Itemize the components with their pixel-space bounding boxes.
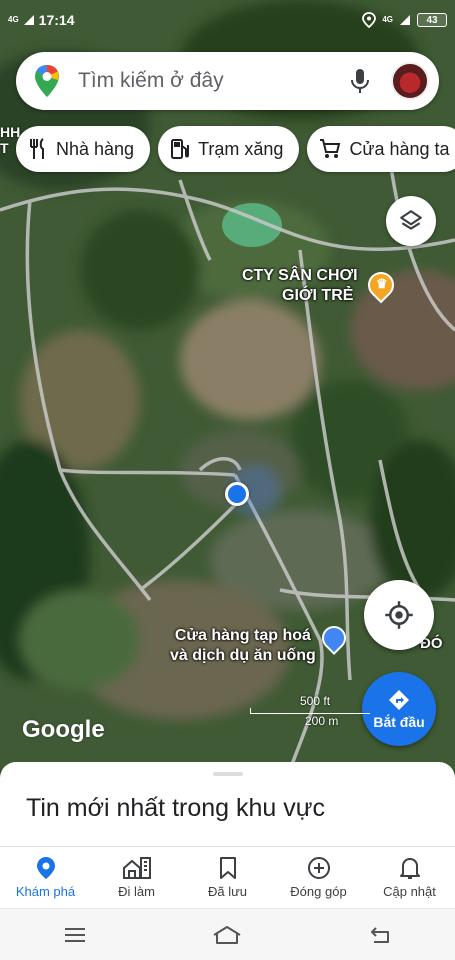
tab-label: Khám phá bbox=[15, 884, 76, 899]
directions-icon bbox=[389, 690, 409, 710]
explore-pin-icon bbox=[36, 857, 55, 879]
start-navigation-button[interactable]: Bắt đầu bbox=[362, 672, 436, 746]
sheet-title: Tin mới nhất trong khu vực bbox=[26, 794, 325, 822]
google-logo: Google bbox=[22, 716, 105, 743]
add-circle-icon bbox=[307, 857, 330, 879]
chip-stores[interactable]: Cửa hàng ta bbox=[307, 126, 455, 172]
crosshair-icon bbox=[385, 601, 413, 629]
bell-icon bbox=[399, 858, 420, 879]
bottom-sheet[interactable]: Tin mới nhất trong khu vực bbox=[0, 762, 455, 852]
my-location-dot bbox=[225, 482, 249, 506]
system-nav-bar bbox=[0, 908, 455, 960]
battery-icon: 43 bbox=[417, 13, 447, 27]
tab-label: Đi làm bbox=[118, 884, 155, 899]
place-name-line2: GIỚI TRẺ bbox=[282, 287, 354, 304]
signal-icon bbox=[400, 15, 410, 25]
tab-contribute[interactable]: Đóng góp bbox=[273, 847, 364, 908]
map-scale: 500 ft 200 m bbox=[250, 694, 370, 728]
scale-ft: 500 ft bbox=[300, 694, 331, 708]
place-name-line2: và dịch dụ ăn uống bbox=[170, 647, 316, 664]
place-label[interactable]: CTY SÂN CHƠI GIỚI TRẺ bbox=[242, 266, 358, 306]
chip-restaurants[interactable]: Nhà hàng bbox=[16, 126, 151, 172]
chip-gas-stations[interactable]: Trạm xăng bbox=[158, 126, 300, 172]
search-bar[interactable]: Tìm kiếm ở đây bbox=[16, 52, 439, 110]
chip-label: Nhà hàng bbox=[56, 138, 135, 159]
my-location-button[interactable] bbox=[364, 580, 434, 650]
mic-icon bbox=[351, 69, 369, 93]
shopping-cart-icon bbox=[320, 139, 341, 158]
back-icon[interactable] bbox=[368, 925, 392, 945]
bottom-tab-bar: Khám phá Đi làm Đã lưu Đóng góp Cập nhật bbox=[0, 846, 455, 908]
scale-m: 200 m bbox=[305, 714, 339, 728]
signal-icon bbox=[23, 15, 34, 25]
avatar[interactable] bbox=[391, 62, 429, 100]
place-name-line1: Cửa hàng tạp hoá bbox=[174, 627, 311, 644]
tab-label: Đóng góp bbox=[290, 884, 347, 899]
home-icon[interactable] bbox=[212, 925, 242, 945]
layers-button[interactable] bbox=[386, 196, 436, 246]
commute-icon bbox=[122, 857, 151, 879]
place-name-line1: CTY SÂN CHƠI bbox=[242, 267, 358, 284]
status-bar: 4G 17:14 4G 43 bbox=[0, 0, 455, 40]
chip-label: Trạm xăng bbox=[198, 138, 284, 159]
restaurant-icon bbox=[30, 138, 44, 159]
trophy-glyph-icon: ♛ bbox=[376, 276, 388, 291]
menu-icon[interactable] bbox=[63, 926, 87, 944]
bookmark-icon bbox=[219, 857, 236, 879]
map-view[interactable]: HH T CTY SÂN CHƠI GIỚI TRẺ ♛ Cửa hàng tạ… bbox=[0, 0, 455, 770]
voice-search-button[interactable] bbox=[345, 66, 375, 96]
place-label[interactable]: Cửa hàng tạp hoá và dịch dụ ăn uống bbox=[170, 626, 316, 666]
layers-icon bbox=[400, 210, 422, 230]
chip-label: Cửa hàng ta bbox=[349, 138, 450, 159]
battery-level: 43 bbox=[426, 14, 438, 26]
tab-label: Cập nhật bbox=[383, 884, 436, 899]
tab-commute[interactable]: Đi làm bbox=[91, 847, 182, 908]
network-indicator-right: 4G bbox=[382, 15, 393, 24]
tab-explore[interactable]: Khám phá bbox=[0, 847, 91, 908]
search-input[interactable]: Tìm kiếm ở đây bbox=[78, 69, 345, 93]
start-label: Bắt đầu bbox=[373, 714, 425, 730]
maps-pin-icon bbox=[35, 65, 59, 97]
gas-station-icon bbox=[171, 139, 190, 159]
tab-updates[interactable]: Cập nhật bbox=[364, 847, 455, 908]
tab-label: Đã lưu bbox=[207, 884, 248, 899]
clock: 17:14 bbox=[38, 12, 75, 28]
location-status-icon bbox=[362, 12, 377, 28]
tab-saved[interactable]: Đã lưu bbox=[182, 847, 273, 908]
category-chips: Nhà hàng Trạm xăng Cửa hàng ta bbox=[16, 126, 455, 172]
sheet-drag-handle[interactable] bbox=[213, 772, 243, 776]
network-indicator: 4G bbox=[8, 15, 19, 24]
